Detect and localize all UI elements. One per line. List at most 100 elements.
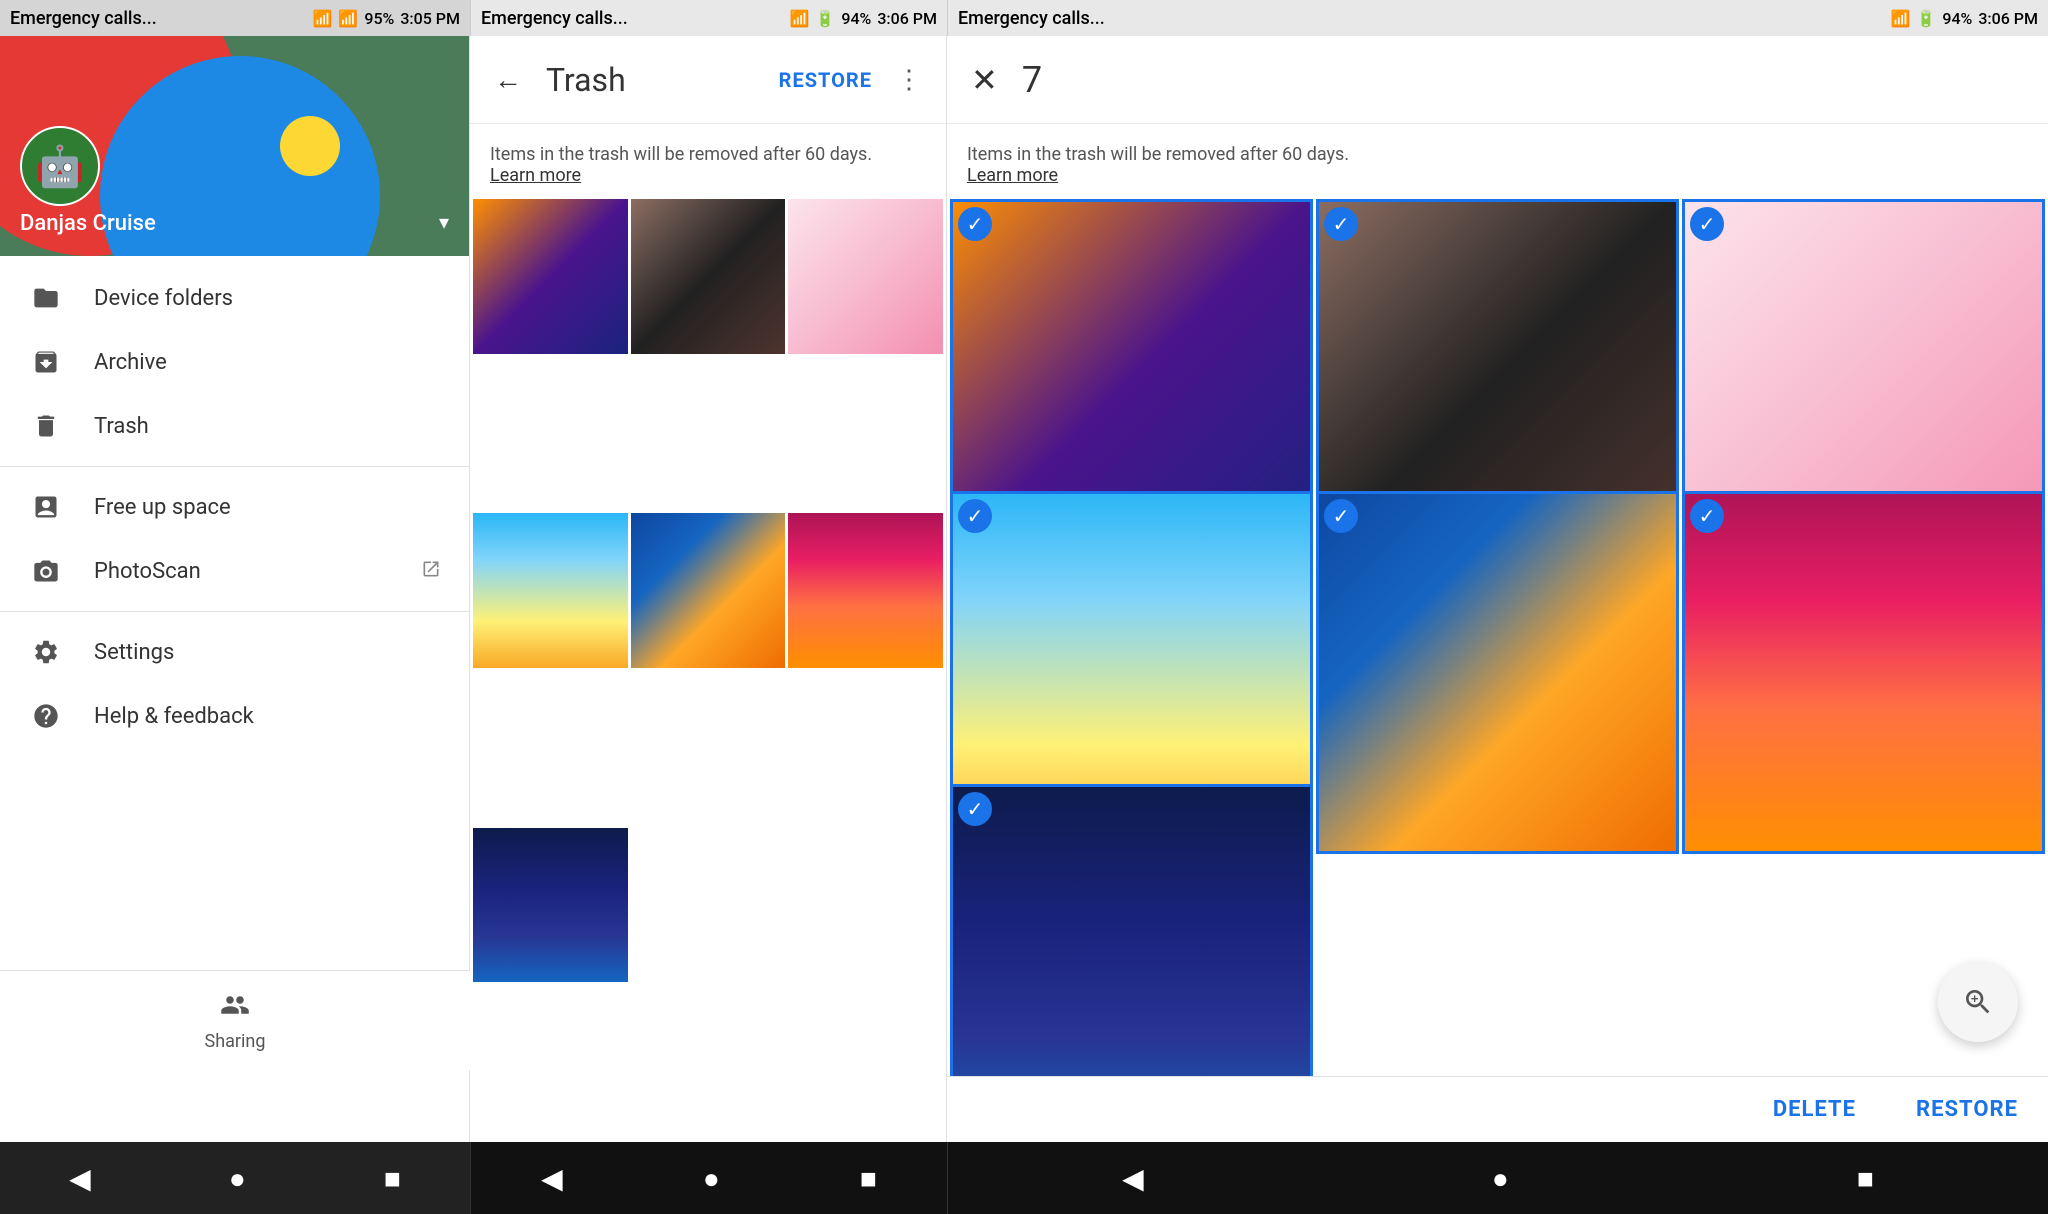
selection-photo-6[interactable]: ✓ (1682, 491, 2045, 854)
selection-photo-grid: ✓ ✓ ✓ ✓ ✓ ✓ ✓ (947, 196, 2048, 1076)
trash-photo-6[interactable] (788, 513, 943, 668)
sharing-area[interactable]: Sharing (0, 970, 470, 1070)
time-3: 3:06 PM (1978, 9, 2038, 28)
close-selection-button[interactable]: ✕ (963, 53, 1006, 107)
check-badge-5: ✓ (1324, 499, 1358, 533)
back-nav-button-right[interactable]: ◀ (1102, 1152, 1164, 1205)
emergency-text-2: Emergency calls... (481, 8, 628, 29)
battery-text-1: 95% (364, 9, 394, 28)
battery-icon-3: 🔋 (1916, 9, 1936, 28)
dropdown-arrow-icon[interactable]: ▾ (439, 210, 449, 234)
selection-learn-more-link[interactable]: Learn more (967, 165, 1058, 186)
emergency-text-1: Emergency calls... (10, 8, 157, 29)
home-nav-button-left[interactable]: ● (209, 1152, 266, 1205)
check-badge-4: ✓ (958, 499, 992, 533)
status-icons-2: 📶 🔋 94% 3:06 PM (790, 9, 938, 28)
free-up-space-icon (28, 493, 64, 521)
trash-icon (28, 412, 64, 440)
wifi-icon-2: 📶 (790, 9, 810, 28)
help-label: Help & feedback (94, 704, 254, 729)
status-icons-3: 📶 🔋 94% 3:06 PM (1891, 9, 2039, 28)
menu-divider-1 (0, 466, 469, 467)
selection-panel: ✕ 7 Items in the trash will be removed a… (947, 36, 2048, 1142)
bottom-nav-left: ◀ ● ■ (0, 1142, 470, 1214)
check-badge-2: ✓ (1324, 207, 1358, 241)
sharing-icon (220, 990, 250, 1027)
check-badge-7: ✓ (958, 792, 992, 826)
trash-label: Trash (94, 414, 149, 439)
status-bar-1: Emergency calls... 📶 📶 95% 3:05 PM (0, 0, 470, 36)
main-content: 🤖 Danjas Cruise ▾ Device folders Archive (0, 36, 2048, 1142)
selection-photo-5[interactable]: ✓ (1316, 491, 1679, 854)
help-icon (28, 702, 64, 730)
selection-photo-7[interactable]: ✓ (950, 784, 1313, 1076)
back-nav-button-mid[interactable]: ◀ (521, 1152, 583, 1205)
trash-photo-2[interactable] (631, 199, 786, 354)
trash-title: Trash (546, 61, 763, 99)
trash-info: Items in the trash will be removed after… (470, 124, 946, 196)
emergency-text-3: Emergency calls... (958, 8, 1105, 29)
trash-photo-1[interactable] (473, 199, 628, 354)
sidebar-item-settings[interactable]: Settings (0, 620, 469, 684)
delete-button[interactable]: Delete (1773, 1097, 1856, 1122)
sidebar-item-archive[interactable]: Archive (0, 330, 469, 394)
trash-photo-7[interactable] (473, 828, 628, 983)
selection-footer: Delete Restore (947, 1076, 2048, 1142)
restore-button[interactable]: RESTORE (779, 68, 872, 92)
sidebar-item-trash[interactable]: Trash (0, 394, 469, 458)
trash-photo-5[interactable] (631, 513, 786, 668)
signal-icon-1: 📶 (338, 9, 358, 28)
recents-nav-button-right[interactable]: ■ (1837, 1152, 1894, 1205)
photoscan-icon (28, 557, 64, 585)
android-icon: 🤖 (35, 143, 85, 190)
drawer-panel: 🤖 Danjas Cruise ▾ Device folders Archive (0, 36, 470, 1142)
restore-all-button[interactable]: Restore (1916, 1097, 2018, 1122)
home-nav-button-right[interactable]: ● (1472, 1152, 1529, 1205)
trash-photo-4[interactable] (473, 513, 628, 668)
time-2: 3:06 PM (877, 9, 937, 28)
more-options-button[interactable]: ⋮ (888, 65, 930, 95)
archive-label: Archive (94, 350, 167, 375)
sidebar-item-help[interactable]: Help & feedback (0, 684, 469, 748)
settings-icon (28, 638, 64, 666)
bottom-nav-mid: ◀ ● ■ (470, 1142, 947, 1214)
bottom-bars: ◀ ● ■ ◀ ● ■ ◀ ● ■ (0, 1142, 2048, 1214)
check-badge-3: ✓ (1690, 207, 1724, 241)
check-badge-6: ✓ (1690, 499, 1724, 533)
drawer-header: 🤖 Danjas Cruise ▾ (0, 36, 469, 256)
avatar: 🤖 (20, 126, 100, 206)
home-nav-button-mid[interactable]: ● (683, 1152, 740, 1205)
battery-icon-2: 🔋 (815, 9, 835, 28)
sidebar-item-device-folders[interactable]: Device folders (0, 266, 469, 330)
back-nav-button-left[interactable]: ◀ (49, 1152, 111, 1205)
back-button[interactable]: ← (486, 55, 530, 104)
trash-photo-grid (470, 196, 946, 1142)
learn-more-link[interactable]: Learn more (490, 165, 581, 186)
menu-divider-2 (0, 611, 469, 612)
recents-nav-button-mid[interactable]: ■ (840, 1152, 897, 1205)
folder-icon (28, 284, 64, 312)
header-circle-yellow (280, 116, 340, 176)
wifi-icon-1: 📶 (313, 9, 333, 28)
recents-nav-button-left[interactable]: ■ (364, 1152, 421, 1205)
status-icons-1: 📶 📶 95% 3:05 PM (313, 9, 461, 28)
battery-text-3: 94% (1942, 9, 1972, 28)
sidebar-item-photoscan[interactable]: PhotoScan (0, 539, 469, 603)
time-1: 3:05 PM (400, 9, 460, 28)
settings-label: Settings (94, 640, 174, 665)
sidebar-item-free-up-space[interactable]: Free up space (0, 475, 469, 539)
selection-info-text: Items in the trash will be removed after… (967, 144, 1349, 165)
zoom-fab-button[interactable] (1938, 962, 2018, 1042)
status-bars: Emergency calls... 📶 📶 95% 3:05 PM Emerg… (0, 0, 2048, 36)
selection-info: Items in the trash will be removed after… (947, 124, 2048, 196)
sharing-label: Sharing (205, 1031, 266, 1052)
wifi-icon-3: 📶 (1891, 9, 1911, 28)
archive-icon (28, 348, 64, 376)
trash-panel: ← Trash RESTORE ⋮ Items in the trash wil… (470, 36, 947, 1142)
selection-header: ✕ 7 (947, 36, 2048, 124)
trash-photo-3[interactable] (788, 199, 943, 354)
free-up-space-label: Free up space (94, 495, 231, 520)
device-folders-label: Device folders (94, 286, 233, 311)
trash-info-text: Items in the trash will be removed after… (490, 144, 872, 165)
external-link-icon (421, 559, 441, 584)
